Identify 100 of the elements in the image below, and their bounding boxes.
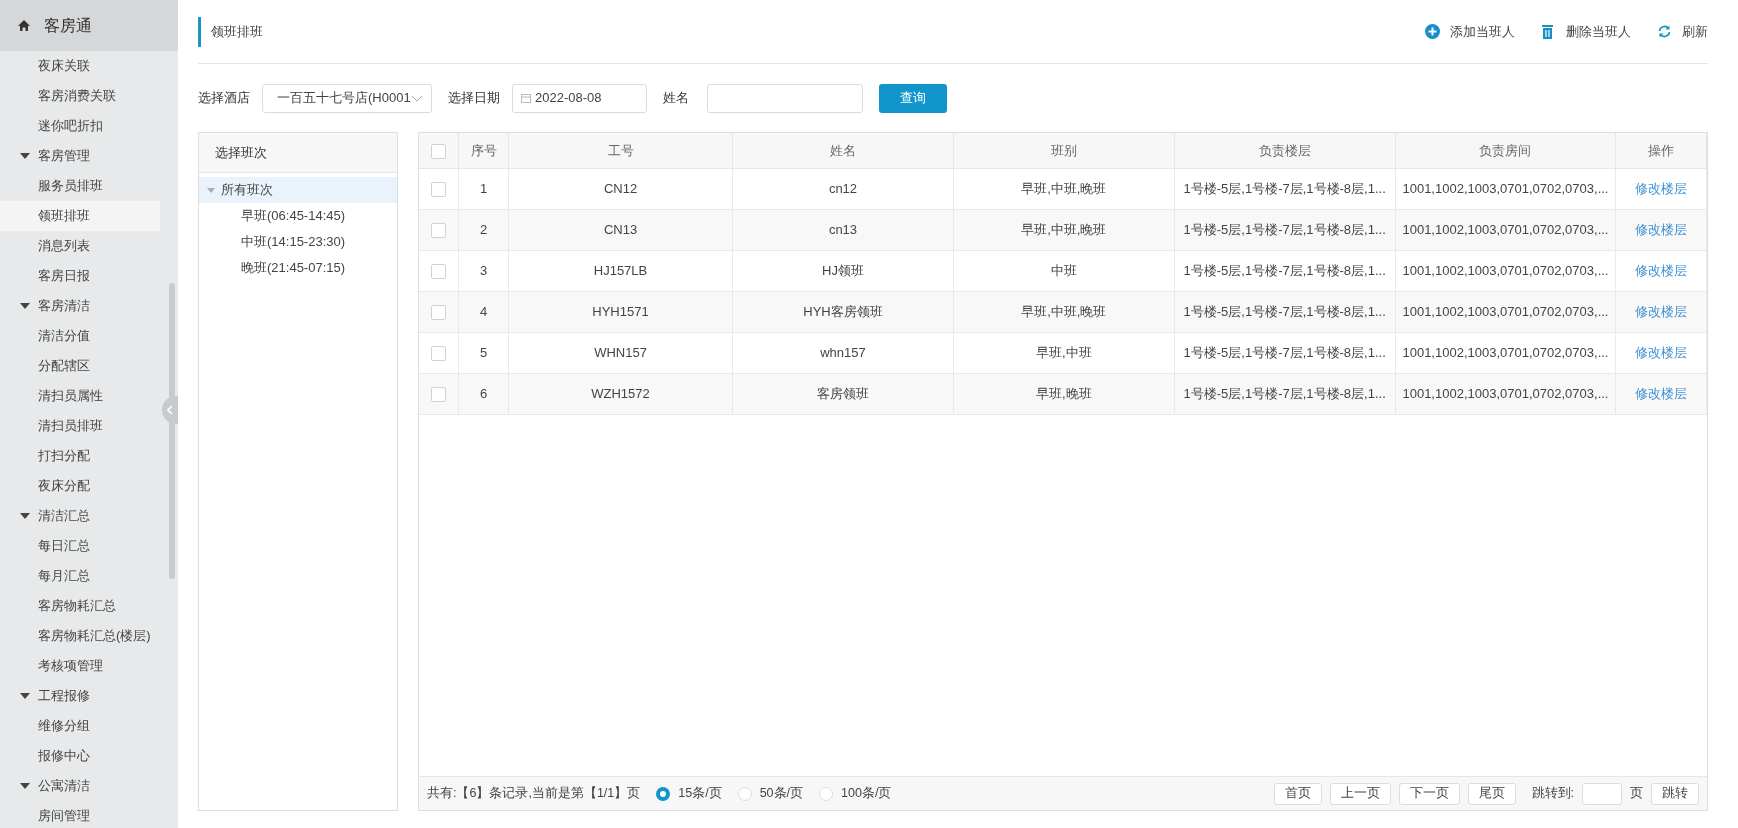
caret-icon <box>20 783 30 789</box>
table-cell: 1号楼-5层,1号楼-7层,1号楼-8层,1... <box>1174 209 1396 250</box>
menu-group-label: 清洁汇总 <box>38 507 90 525</box>
jump-button[interactable]: 跳转 <box>1651 782 1699 805</box>
table-cell: HJ领班 <box>732 250 954 291</box>
edit-floor-link[interactable]: 修改楼层 <box>1635 180 1688 196</box>
toolbar-button[interactable]: 刷新 <box>1657 21 1708 42</box>
tree-node[interactable]: 晚班(21:45-07:15) <box>199 255 397 281</box>
menu-item[interactable]: 清扫员属性 <box>0 381 160 411</box>
radio-label: 15条/页 <box>678 785 722 803</box>
column-header: 工号 <box>508 133 733 168</box>
menu-group-label: 工程报修 <box>38 687 90 705</box>
menu-group[interactable]: 客房清洁 <box>0 291 160 321</box>
checkbox[interactable] <box>431 181 447 197</box>
field-label: 选择日期 <box>448 89 500 108</box>
table-cell: 3 <box>458 250 509 291</box>
page-button[interactable]: 下一页 <box>1398 782 1460 805</box>
menu-group[interactable]: 客房管理 <box>0 141 160 171</box>
table-cell: 6 <box>458 373 509 414</box>
checkbox[interactable] <box>431 222 447 238</box>
menu-group-label: 公寓清洁 <box>38 777 90 795</box>
table-cell: 1号楼-5层,1号楼-7层,1号楼-8层,1... <box>1174 332 1396 373</box>
menu-group-label: 客房管理 <box>38 147 90 165</box>
page-button[interactable]: 首页 <box>1273 782 1322 805</box>
menu-item[interactable]: 维修分组 <box>0 711 160 741</box>
table-cell: 早班,中班,晚班 <box>953 291 1175 332</box>
menu-group[interactable]: 公寓清洁 <box>0 771 160 801</box>
plus-circle-icon <box>1425 24 1440 39</box>
page-button[interactable]: 尾页 <box>1467 782 1516 805</box>
name-field[interactable] <box>707 83 863 113</box>
menu-item[interactable]: 夜床分配 <box>0 471 160 501</box>
menu-item[interactable]: 报修中心 <box>0 741 160 771</box>
checkbox[interactable] <box>431 304 447 320</box>
checkbox[interactable] <box>431 143 447 159</box>
field-label: 选择酒店 <box>198 89 250 108</box>
jump-label: 跳转到: <box>1531 785 1574 803</box>
table-cell: 1001,1002,1003,0701,0702,0703,... <box>1395 209 1616 250</box>
caret-icon <box>20 303 30 309</box>
menu-group[interactable]: 工程报修 <box>0 681 160 711</box>
menu-item[interactable]: 清扫员排班 <box>0 411 160 441</box>
toolbar-button[interactable]: 删除当班人 <box>1541 21 1631 42</box>
table-cell: 客房领班 <box>732 373 954 414</box>
edit-floor-link[interactable]: 修改楼层 <box>1635 344 1688 360</box>
menu-item[interactable]: 消息列表 <box>0 231 160 261</box>
toolbar-button[interactable]: 添加当班人 <box>1425 21 1515 42</box>
menu-item[interactable]: 打扫分配 <box>0 441 160 471</box>
checkbox[interactable] <box>431 386 447 402</box>
menu-item[interactable]: 服务员排班 <box>0 171 160 201</box>
page-unit: 页 <box>1630 785 1643 803</box>
chevron-left-icon <box>167 405 173 415</box>
trash-icon <box>1541 24 1556 39</box>
menu-item[interactable]: 考核项管理 <box>0 651 160 681</box>
page-title: 领班排班 <box>198 16 263 47</box>
table-cell: cn12 <box>732 168 954 209</box>
chevron-down-icon <box>411 94 423 102</box>
home-icon <box>18 20 30 31</box>
menu-item[interactable]: 夜床关联 <box>0 51 160 81</box>
column-header: 班别 <box>953 133 1175 168</box>
menu-item[interactable]: 分配辖区 <box>0 351 160 381</box>
column-header: 操作 <box>1615 133 1707 168</box>
field-label: 姓名 <box>663 89 689 108</box>
table-cell: 1001,1002,1003,0701,0702,0703,... <box>1395 291 1616 332</box>
menu-item[interactable]: 客房物耗汇总 <box>0 591 160 621</box>
menu-group[interactable]: 清洁汇总 <box>0 501 160 531</box>
menu-item[interactable]: 每月汇总 <box>0 561 160 591</box>
menu-item[interactable]: 每日汇总 <box>0 531 160 561</box>
table-cell: 早班,晚班 <box>953 373 1175 414</box>
page-button[interactable]: 上一页 <box>1329 782 1391 805</box>
menu-item[interactable]: 客房物耗汇总(楼层) <box>0 621 160 651</box>
panel-title: 选择班次 <box>199 133 397 173</box>
table-cell: 早班,中班 <box>953 332 1175 373</box>
tree-node[interactable]: 所有班次 <box>199 177 397 203</box>
tree-node[interactable]: 早班(06:45-14:45) <box>199 203 397 229</box>
caret-icon <box>207 187 215 193</box>
menu-item[interactable]: 清洁分值 <box>0 321 160 351</box>
scrollbar[interactable] <box>169 283 175 579</box>
date-field[interactable]: 2022-08-08 <box>512 83 647 113</box>
menu-item[interactable]: 客房日报 <box>0 261 160 291</box>
hotel-select[interactable]: 一百五十七号店(H0001 <box>262 83 432 113</box>
menu-item[interactable]: 房间管理 <box>0 801 160 828</box>
column-header: 姓名 <box>732 133 954 168</box>
radio-button[interactable] <box>656 786 671 801</box>
table-cell: 1 <box>458 168 509 209</box>
menu-item[interactable]: 领班排班 <box>0 201 160 231</box>
table-cell: 1号楼-5层,1号楼-7层,1号楼-8层,1... <box>1174 250 1396 291</box>
page-number-field[interactable] <box>1582 782 1622 805</box>
menu-item[interactable]: 迷你吧折扣 <box>0 111 160 141</box>
table-cell: CN12 <box>508 168 733 209</box>
column-header: 序号 <box>458 133 509 168</box>
checkbox[interactable] <box>431 345 447 361</box>
column-header: 负责房间 <box>1395 133 1616 168</box>
menu-item[interactable]: 客房消费关联 <box>0 81 160 111</box>
table-cell: WZH1572 <box>508 373 733 414</box>
table-cell: 1号楼-5层,1号楼-7层,1号楼-8层,1... <box>1174 373 1396 414</box>
table-cell: HYH客房领班 <box>732 291 954 332</box>
app-title: 客房通 <box>44 15 92 36</box>
tree-node[interactable]: 中班(14:15-23:30) <box>199 229 397 255</box>
menu-group-label: 客房清洁 <box>38 297 90 315</box>
checkbox[interactable] <box>431 263 447 279</box>
edit-floor-link[interactable]: 修改楼层 <box>1635 262 1688 278</box>
